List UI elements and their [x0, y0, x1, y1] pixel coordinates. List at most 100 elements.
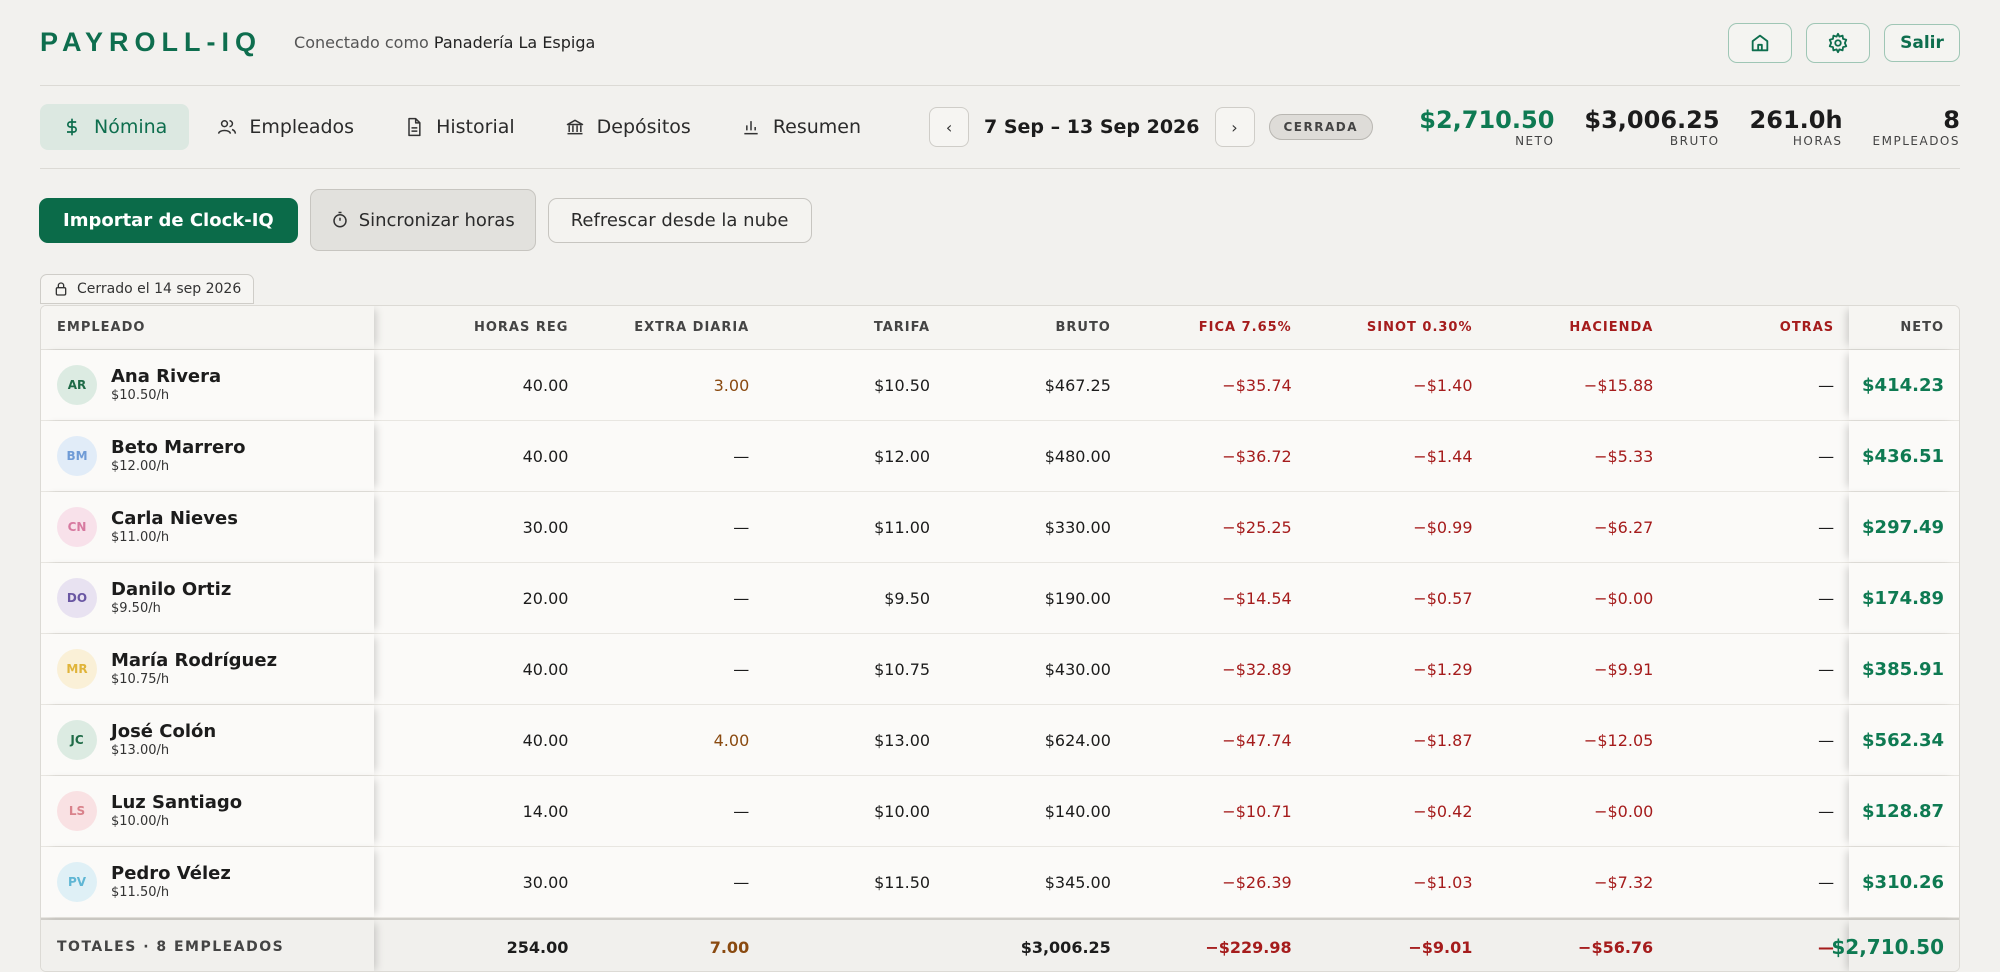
hacienda-cell: −$0.00: [1594, 801, 1654, 821]
net-cell: $385.91: [1849, 634, 1959, 704]
extra-cell: —: [733, 659, 750, 679]
employee-cell: BM Beto Marrero $12.00/h: [41, 421, 374, 491]
employee-name: Carla Nieves: [111, 508, 238, 529]
bank-icon: [566, 119, 583, 135]
table-row[interactable]: CN Carla Nieves $11.00/h 30.00 — $11.00 $330.0…: [41, 492, 1959, 563]
settings-button[interactable]: [1806, 22, 1870, 63]
employee-rate: $10.75/h: [111, 672, 170, 687]
extra-cell: —: [733, 872, 750, 892]
avatar: AR: [57, 365, 97, 405]
employee-cell: CN Carla Nieves $11.00/h: [41, 492, 374, 562]
fica-cell: −$14.54: [1222, 588, 1292, 608]
tab-label: Depósitos: [596, 116, 691, 138]
employee-rate: $11.00/h: [111, 530, 170, 545]
stat-label: NETO: [1515, 133, 1555, 148]
col-hacienda[interactable]: HACIENDA: [1488, 306, 1669, 349]
table-row[interactable]: MR María Rodríguez $10.75/h 40.00 — $10.75 $43…: [41, 634, 1959, 705]
total-fica: −$229.98: [1205, 937, 1292, 957]
stat-value: 8: [1943, 105, 1960, 134]
table-row[interactable]: DO Danilo Ortiz $9.50/h 20.00 — $9.50 $190.00 −…: [41, 563, 1959, 634]
col-bruto[interactable]: BRUTO: [945, 306, 1126, 349]
gross-cell: $345.00: [1044, 872, 1111, 892]
employee-cell: DO Danilo Ortiz $9.50/h: [41, 563, 374, 633]
avatar: MR: [57, 649, 97, 689]
tab-depositos[interactable]: Depósitos: [543, 104, 713, 150]
exit-button[interactable]: Salir: [1884, 23, 1960, 62]
hacienda-cell: −$7.32: [1594, 872, 1654, 892]
fica-cell: −$47.74: [1222, 730, 1292, 750]
employee-info: AR Ana Rivera $10.50/h: [57, 365, 221, 405]
sinot-cell: −$1.44: [1413, 446, 1473, 466]
stat-label: BRUTO: [1669, 133, 1720, 148]
col-tarifa[interactable]: TARIFA: [764, 306, 945, 349]
avatar: BM: [57, 436, 97, 476]
rate-cell: $10.00: [874, 801, 931, 821]
employee-name: María Rodríguez: [111, 650, 278, 671]
employee-name: Luz Santiago: [111, 792, 243, 813]
next-period-button[interactable]: ›: [1214, 107, 1255, 147]
stat-label: HORAS: [1792, 133, 1843, 148]
net-cell: $310.26: [1849, 847, 1959, 917]
hours-cell: 30.00: [522, 872, 569, 892]
sinot-cell: −$0.99: [1413, 517, 1473, 537]
fica-cell: −$26.39: [1222, 872, 1292, 892]
extra-cell: —: [733, 588, 750, 608]
employee-text: Beto Marrero $12.00/h: [111, 437, 245, 475]
sync-hours-button[interactable]: Sincronizar horas: [309, 189, 536, 251]
employee-name: Pedro Vélez: [111, 863, 231, 884]
employee-name: Danilo Ortiz: [111, 579, 232, 600]
prev-period-button[interactable]: ‹: [929, 107, 970, 147]
home-button[interactable]: [1728, 22, 1792, 63]
col-empleado[interactable]: EMPLEADO: [41, 306, 374, 349]
employee-rate: $12.00/h: [111, 459, 170, 474]
fica-cell: −$25.25: [1222, 517, 1292, 537]
table-row[interactable]: AR Ana Rivera $10.50/h 40.00 3.00 $10.50 $467.…: [41, 350, 1959, 421]
other-cell: —: [1818, 588, 1835, 608]
users-icon: [218, 120, 237, 134]
tab-historial[interactable]: Historial: [382, 104, 537, 150]
rate-cell: $10.50: [874, 375, 931, 395]
rate-cell: $11.00: [874, 517, 931, 537]
col-fica[interactable]: FICA 7.65%: [1126, 306, 1307, 349]
employee-info: BM Beto Marrero $12.00/h: [57, 436, 245, 476]
period-selector: ‹ 7 Sep – 13 Sep 2026 › CERRADA: [929, 107, 1374, 147]
employee-rate: $11.50/h: [111, 885, 170, 900]
col-sinot[interactable]: SINOT 0.30%: [1307, 306, 1488, 349]
employee-rate: $13.00/h: [111, 743, 170, 758]
gross-cell: $624.00: [1044, 730, 1111, 750]
gross-cell: $190.00: [1044, 588, 1111, 608]
employee-text: Ana Rivera $10.50/h: [111, 366, 221, 404]
table-row[interactable]: BM Beto Marrero $12.00/h 40.00 — $12.00 $480.0…: [41, 421, 1959, 492]
nav-row: Nómina Empleados Historial Depósitos Res…: [40, 86, 1960, 169]
tab-nomina[interactable]: Nómina: [40, 104, 190, 150]
table-row[interactable]: PV Pedro Vélez $11.50/h 30.00 — $11.50 $345.00…: [41, 847, 1959, 918]
col-neto[interactable]: NETO: [1849, 306, 1959, 349]
tab-empleados[interactable]: Empleados: [195, 104, 376, 150]
table-row[interactable]: LS Luz Santiago $10.00/h 14.00 — $10.00 $140.0…: [41, 776, 1959, 847]
hours-cell: 30.00: [522, 517, 569, 537]
avatar: LS: [57, 791, 97, 831]
total-other: —: [1817, 937, 1834, 957]
hours-cell: 40.00: [522, 446, 569, 466]
col-horas-reg[interactable]: HORAS REG: [374, 306, 584, 349]
net-cell: $297.49: [1849, 492, 1959, 562]
hacienda-cell: −$5.33: [1594, 446, 1654, 466]
col-otras[interactable]: OTRAS: [1668, 306, 1849, 349]
extra-cell: 3.00: [713, 375, 750, 395]
employee-name: José Colón: [111, 721, 217, 742]
rate-cell: $12.00: [874, 446, 931, 466]
other-cell: —: [1818, 872, 1835, 892]
import-clock-iq-button[interactable]: Importar de Clock-IQ: [39, 197, 298, 243]
tab-resumen[interactable]: Resumen: [719, 104, 883, 150]
table-row[interactable]: JC José Colón $13.00/h 40.00 4.00 $13.00 $624.…: [41, 705, 1959, 776]
stat-value: 261.0h: [1749, 105, 1843, 134]
sinot-cell: −$0.42: [1413, 801, 1473, 821]
employee-rate: $10.50/h: [111, 388, 170, 403]
employee-cell: PV Pedro Vélez $11.50/h: [41, 847, 374, 917]
payroll-table: EMPLEADO HORAS REG EXTRA DIARIA TARIFA B…: [40, 305, 1960, 972]
col-extra-diaria[interactable]: EXTRA DIARIA: [583, 306, 764, 349]
tab-label: Empleados: [249, 116, 355, 138]
refresh-cloud-button[interactable]: Refrescar desde la nube: [547, 197, 812, 243]
total-extra: 7.00: [709, 937, 750, 957]
extra-cell: 4.00: [713, 730, 750, 750]
